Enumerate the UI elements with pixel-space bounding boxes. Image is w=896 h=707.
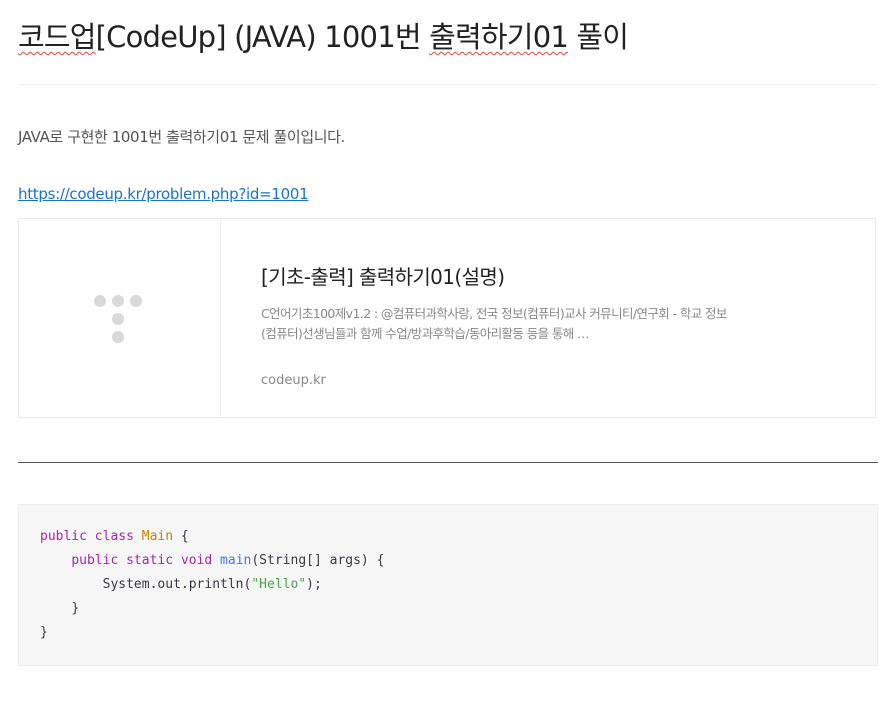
card-thumbnail [19, 219, 221, 417]
code-keyword: public [40, 529, 87, 544]
title-middle: [CodeUp] (JAVA) 1001번 [95, 20, 430, 54]
title-prefix: 코드업 [18, 20, 96, 54]
blog-post: 코드업[CodeUp] (JAVA) 1001번 출력하기01 풀이 JAVA로… [0, 0, 896, 707]
code-keyword: public [71, 553, 119, 568]
intro-text: JAVA로 구현한 1001번 출력하기01 문제 풀이입니다. [18, 128, 345, 146]
code-text: } [71, 601, 80, 616]
title-divider [18, 84, 878, 85]
card-title: [기초-출력] 출력하기01(설명) [261, 265, 505, 289]
title-suffix: 풀이 [568, 20, 629, 54]
code-string: "Hello" [251, 577, 307, 592]
code-block: public class Main { public static void m… [18, 504, 878, 666]
code-keyword: void [180, 553, 213, 568]
code-content: public class Main { public static void m… [40, 525, 384, 645]
code-text: System.out.println( [102, 577, 252, 592]
code-keyword: class [94, 529, 134, 544]
card-description: C언어기초100제v1.2 : @컴퓨터과학사랑, 전국 정보(컴퓨터)교사 커… [261, 306, 727, 341]
code-text: { [173, 529, 189, 544]
codeup-dots-logo-icon [94, 295, 142, 343]
post-title: 코드업[CodeUp] (JAVA) 1001번 출력하기01 풀이 [18, 14, 629, 56]
problem-link[interactable]: https://codeup.kr/problem.php?id=1001 [18, 185, 309, 203]
code-text: ); [306, 577, 322, 592]
code-keyword: static [126, 553, 174, 568]
card-domain: codeup.kr [261, 373, 326, 388]
code-function: main [220, 553, 252, 568]
code-class-name: Main [141, 529, 174, 544]
title-squiggle: 출력하기01 [429, 20, 569, 54]
link-preview-card[interactable]: [기초-출력] 출력하기01(설명) C언어기초100제v1.2 : @컴퓨터과… [18, 218, 876, 418]
code-text: (String[] args) { [251, 553, 385, 568]
code-text: } [40, 625, 48, 640]
horizontal-rule [18, 462, 878, 463]
